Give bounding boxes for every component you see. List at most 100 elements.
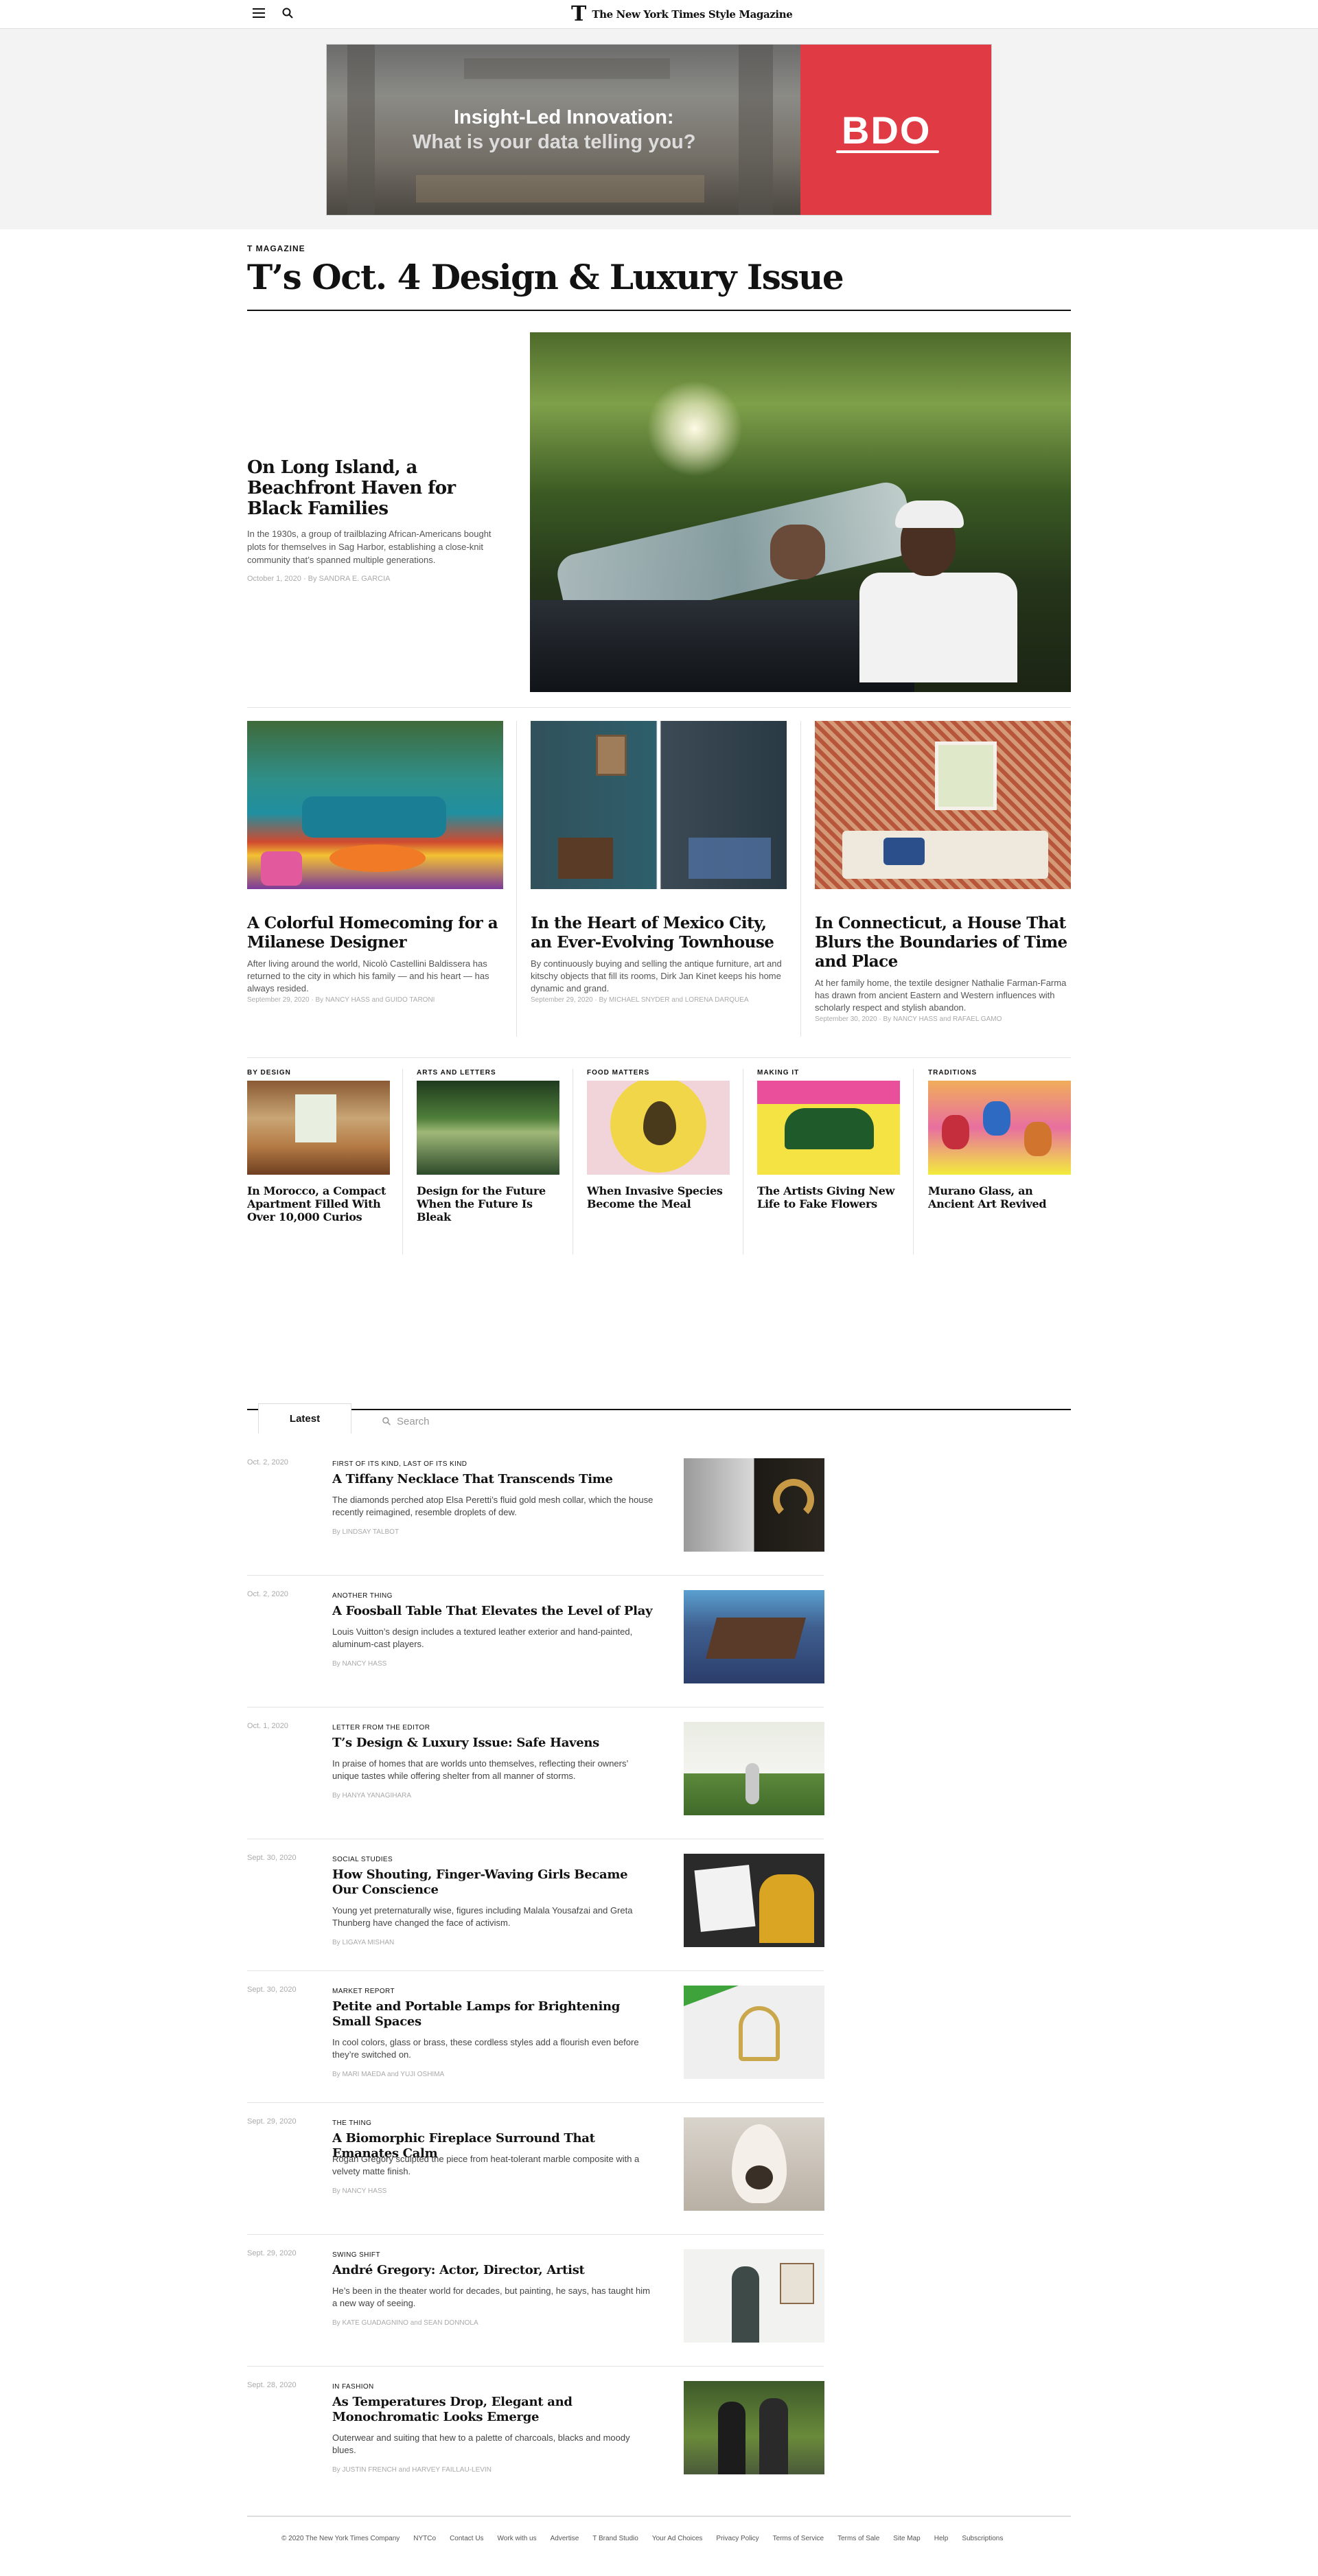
footer-link[interactable]: Contact Us [450,2535,483,2542]
item-kicker[interactable]: First of Its Kind, Last of Its Kind [332,1460,467,1468]
rubric-label[interactable]: MAKING IT [757,1069,900,1077]
item-byline: By NANCY HASS [332,1660,387,1668]
latest-item[interactable]: Sept. 29, 2020 Swing Shift André Gregory… [247,2249,824,2381]
footer-link[interactable]: Terms of Sale [837,2535,879,2542]
footer-link[interactable]: Terms of Service [773,2535,824,2542]
search-placeholder: Search [397,1415,430,1427]
footer-link[interactable]: Subscriptions [962,2535,1003,2542]
footer-links: © 2020 The New York Times Company NYTCo … [281,2535,1003,2542]
latest-item[interactable]: Oct. 2, 2020 Another Thing A Foosball Ta… [247,1590,824,1722]
hero-headline[interactable]: On Long Island, a Beachfront Haven for B… [247,457,508,519]
footer-link[interactable]: T Brand Studio [592,2535,638,2542]
column-divider [800,721,801,1037]
section-kicker[interactable]: T MAGAZINE [247,244,305,253]
latest-item[interactable]: Oct. 2, 2020 First of Its Kind, Last of … [247,1458,824,1590]
feature-headline[interactable]: In Connecticut, a House That Blurs the B… [815,914,1071,971]
item-thumbnail[interactable] [684,1854,824,1947]
rubric-image[interactable] [247,1081,390,1175]
item-headline[interactable]: As Temperatures Drop, Elegant and Monoch… [332,2395,655,2425]
feature-story[interactable]: In Connecticut, a House That Blurs the B… [815,721,1071,1023]
feature-image[interactable] [815,721,1071,889]
rubric-image[interactable] [587,1081,730,1175]
rubric-headline[interactable]: The Artists Giving New Life to Fake Flow… [757,1184,900,1210]
column-divider [913,1069,914,1254]
latest-item[interactable]: Sept. 30, 2020 Social Studies How Shouti… [247,1854,824,1986]
feature-meta: September 30, 2020 · By NANCY HASS and R… [815,1015,1002,1023]
feature-headline[interactable]: In the Heart of Mexico City, an Ever-Evo… [531,914,787,952]
latest-item[interactable]: Sept. 28, 2020 In Fashion As Temperature… [247,2381,824,2513]
item-kicker[interactable]: Market Report [332,1988,395,1995]
item-byline: By NANCY HASS [332,2187,387,2195]
rubric-headline[interactable]: Murano Glass, an Ancient Art Revived [928,1184,1071,1210]
item-date: Sept. 28, 2020 [247,2381,297,2389]
item-thumbnail[interactable] [684,2117,824,2211]
footer-link[interactable]: Privacy Policy [716,2535,759,2542]
feature-headline[interactable]: A Colorful Homecoming for a Milanese Des… [247,914,503,952]
rubric-headline[interactable]: In Morocco, a Compact Apartment Filled W… [247,1184,390,1223]
latest-item[interactable]: Sept. 29, 2020 The Thing A Biomorphic Fi… [247,2117,824,2249]
brand-logo[interactable]: T The New York Times Style Magazine [571,2,793,26]
rubric-story[interactable]: BY DESIGN In Morocco, a Compact Apartmen… [247,1069,390,1223]
item-thumbnail[interactable] [684,1590,824,1683]
item-thumbnail[interactable] [684,2381,824,2474]
item-thumbnail[interactable] [684,1986,824,2079]
item-headline[interactable]: How Shouting, Finger-Waving Girls Became… [332,1867,655,1898]
item-kicker[interactable]: Another Thing [332,1592,393,1600]
item-summary: In cool colors, glass or brass, these co… [332,2037,639,2060]
item-thumbnail[interactable] [684,1458,824,1552]
footer-link[interactable]: Advertise [551,2535,579,2542]
item-kicker[interactable]: Swing Shift [332,2251,380,2259]
search-icon[interactable] [281,7,294,19]
rubric-story[interactable]: FOOD MATTERS When Invasive Species Becom… [587,1069,730,1210]
ad-banner[interactable]: Insight-Led Innovation: What is your dat… [326,44,992,216]
item-headline[interactable]: Petite and Portable Lamps for Brightenin… [332,1999,655,2029]
footer-link[interactable]: Work with us [498,2535,537,2542]
item-kicker[interactable]: Social Studies [332,1856,393,1863]
feature-image[interactable] [247,721,503,889]
feature-story[interactable]: In the Heart of Mexico City, an Ever-Evo… [531,721,787,1004]
feature-story[interactable]: A Colorful Homecoming for a Milanese Des… [247,721,503,1004]
item-kicker[interactable]: Letter From the Editor [332,1724,430,1732]
hero-story[interactable]: On Long Island, a Beachfront Haven for B… [247,457,508,583]
rubric-label[interactable]: TRADITIONS [928,1069,1071,1077]
hamburger-menu-icon[interactable] [253,8,265,19]
latest-item[interactable]: Sept. 30, 2020 Market Report Petite and … [247,1986,824,2117]
item-date: Sept. 30, 2020 [247,1986,297,1994]
tab-latest[interactable]: Latest [258,1403,351,1434]
rubric-headline[interactable]: Design for the Future When the Future Is… [417,1184,559,1223]
rubric-image[interactable] [417,1081,559,1175]
item-thumbnail[interactable] [684,2249,824,2343]
footer-copyright: © 2020 The New York Times Company [281,2535,400,2542]
rubric-image[interactable] [928,1081,1071,1175]
item-headline[interactable]: André Gregory: Actor, Director, Artist [332,2263,655,2278]
item-headline[interactable]: T’s Design & Luxury Issue: Safe Havens [332,1736,655,1751]
rubric-label[interactable]: BY DESIGN [247,1069,390,1077]
rubric-story[interactable]: TRADITIONS Murano Glass, an Ancient Art … [928,1069,1071,1210]
item-summary: Young yet preternaturally wise, figures … [332,1905,633,1928]
rubric-image[interactable] [757,1081,900,1175]
rubric-story[interactable]: MAKING IT The Artists Giving New Life to… [757,1069,900,1210]
item-divider [247,2234,824,2235]
search-field[interactable]: Search [382,1414,656,1428]
brand-mark: T [571,2,587,26]
item-kicker[interactable]: The Thing [332,2119,371,2127]
item-headline[interactable]: A Tiffany Necklace That Transcends Time [332,1472,655,1487]
feature-summary: At her family home, the textile designer… [815,978,1067,1013]
rubric-headline[interactable]: When Invasive Species Become the Meal [587,1184,730,1210]
footer-link[interactable]: Help [934,2535,949,2542]
item-headline[interactable]: A Foosball Table That Elevates the Level… [332,1604,655,1619]
rubric-story[interactable]: ARTS AND LETTERS Design for the Future W… [417,1069,559,1223]
rubric-label[interactable]: FOOD MATTERS [587,1069,730,1077]
hero-summary: In the 1930s, a group of trailblazing Af… [247,529,492,565]
latest-item[interactable]: Oct. 1, 2020 Letter From the Editor T’s … [247,1722,824,1854]
item-kicker[interactable]: In Fashion [332,2383,374,2391]
footer-link[interactable]: Site Map [893,2535,920,2542]
item-thumbnail[interactable] [684,1722,824,1815]
hero-image[interactable] [530,332,1071,692]
rubric-label[interactable]: ARTS AND LETTERS [417,1069,559,1077]
footer-link[interactable]: NYTCo [413,2535,436,2542]
footer-link[interactable]: Your Ad Choices [652,2535,703,2542]
ad-banner-region: Insight-Led Innovation: What is your dat… [0,29,1318,229]
feature-image[interactable] [531,721,787,889]
column-divider [402,1069,403,1254]
